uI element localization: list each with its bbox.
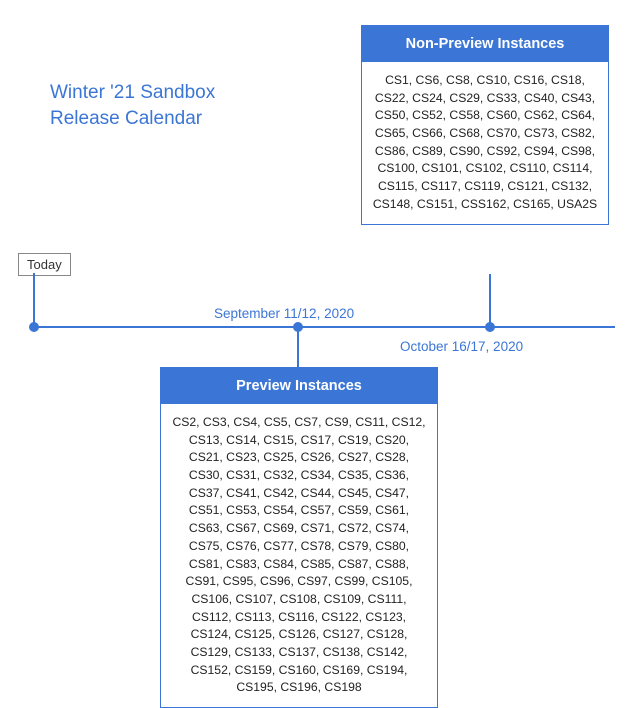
today-connector <box>33 273 35 326</box>
today-marker: Today <box>18 253 71 276</box>
dot-today <box>29 322 39 332</box>
diagram-canvas: Winter '21 Sandbox Release Calendar Toda… <box>0 0 625 671</box>
title-line-1: Winter '21 Sandbox <box>50 80 215 106</box>
preview-date-label: September 11/12, 2020 <box>214 306 354 321</box>
nonpreview-connector <box>489 274 491 326</box>
diagram-title: Winter '21 Sandbox Release Calendar <box>50 80 215 131</box>
preview-body: CS2, CS3, CS4, CS5, CS7, CS9, CS11, CS12… <box>161 404 437 707</box>
nonpreview-box: Non-Preview Instances CS1, CS6, CS8, CS1… <box>361 25 609 225</box>
nonpreview-date-label: October 16/17, 2020 <box>400 339 523 354</box>
nonpreview-body: CS1, CS6, CS8, CS10, CS16, CS18, CS22, C… <box>362 62 608 224</box>
nonpreview-header: Non-Preview Instances <box>362 26 608 62</box>
timeline-axis <box>30 326 615 328</box>
preview-header: Preview Instances <box>161 368 437 404</box>
title-line-2: Release Calendar <box>50 106 215 132</box>
preview-box: Preview Instances CS2, CS3, CS4, CS5, CS… <box>160 367 438 708</box>
preview-connector <box>297 327 299 367</box>
